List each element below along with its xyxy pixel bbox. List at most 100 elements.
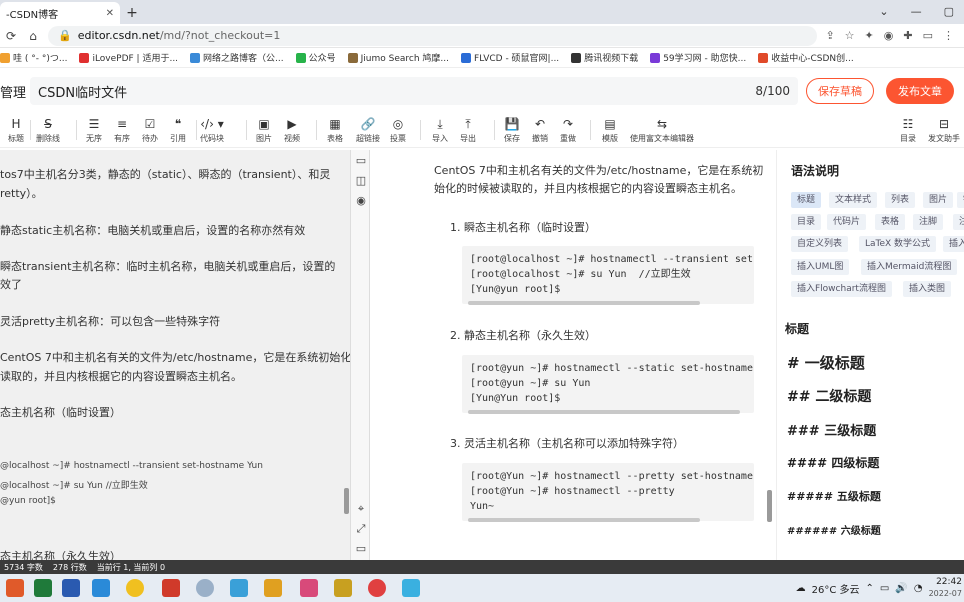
split-view-icon[interactable]: ◫ xyxy=(354,174,368,188)
toolbar-label: 图片 xyxy=(256,133,272,143)
excel-icon[interactable] xyxy=(34,579,52,597)
wifi-icon[interactable]: ◔ xyxy=(914,583,923,594)
toolbar-vote-button[interactable]: ◎ 投票 xyxy=(384,113,412,147)
app-icon[interactable] xyxy=(6,579,24,597)
url-input[interactable]: 🔒 editor.csdn.net/md/?not_checkout=1 xyxy=(48,25,818,46)
code-scrollbar[interactable] xyxy=(468,518,700,522)
syntax-chip[interactable]: 表格 xyxy=(875,214,906,230)
toolbar-import-button[interactable]: ⤓ 导入 xyxy=(426,113,454,147)
puzzle-icon[interactable]: ✚ xyxy=(903,29,912,42)
reload-icon[interactable]: ⟳ xyxy=(4,29,18,43)
syntax-chip[interactable]: 代码片 xyxy=(827,214,867,230)
volume-icon[interactable]: 🔊 xyxy=(895,583,907,594)
toolbar-toc-button[interactable]: ☷ 目录 xyxy=(894,113,922,147)
toolbar-code-block-button[interactable]: ‹/› ▾ 代码块 xyxy=(198,113,226,147)
toolbar-redo-button[interactable]: ↷ 重做 xyxy=(554,113,582,147)
code-scrollbar[interactable] xyxy=(468,410,740,414)
syntax-chip[interactable]: 文本样式 xyxy=(829,192,878,208)
toolbar-undo-button[interactable]: ↶ 撤销 xyxy=(526,113,554,147)
app-icon[interactable] xyxy=(402,579,420,597)
editor-scrollbar[interactable] xyxy=(344,488,349,514)
toolbar-rich-text-button[interactable]: ⇆ 使用富文本编辑器 xyxy=(627,113,697,147)
article-title-input[interactable]: CSDN临时文件 8/100 xyxy=(30,77,798,105)
syntax-chip[interactable]: 目录 xyxy=(791,214,822,230)
syntax-chip[interactable]: 插入Flowchart流程图 xyxy=(791,281,892,297)
bookmark-label: Jiumo Search 鸠摩... xyxy=(360,54,450,64)
app-icon[interactable] xyxy=(334,579,352,597)
bookmark-item[interactable]: 腾讯视频下载 xyxy=(571,51,638,64)
layout-icon[interactable]: ▭ xyxy=(354,154,368,168)
folder-icon[interactable] xyxy=(264,579,282,597)
maximize-icon[interactable]: ▢ xyxy=(944,5,954,18)
toolbar-assistant-button[interactable]: ⊟ 发文助手 xyxy=(928,113,960,147)
monitor-icon[interactable]: ▭ xyxy=(354,542,368,556)
save-draft-button[interactable]: 保存草稿 xyxy=(806,78,874,104)
bookmark-item[interactable]: 59学习网 - 助您快... xyxy=(650,51,746,64)
toolbar-quote-button[interactable]: ❝ 引用 xyxy=(164,113,192,147)
browser-tab[interactable]: -CSDN博客 ✕ xyxy=(0,2,120,24)
toolbar-template-button[interactable]: ▤ 模版 xyxy=(596,113,624,147)
minimize-icon[interactable]: — xyxy=(911,5,922,18)
syntax-chip[interactable]: 插入 xyxy=(943,236,964,252)
bookmark-item[interactable]: 公众号 xyxy=(295,51,336,64)
eye-icon[interactable]: ◉ xyxy=(354,194,368,208)
app-icon[interactable] xyxy=(368,579,386,597)
toolbar-export-button[interactable]: ⤒ 导出 xyxy=(454,113,482,147)
weather-text[interactable]: 26°C 多云 xyxy=(812,581,860,596)
toolbar-unordered-list-button[interactable]: ☰ 无序 xyxy=(80,113,108,147)
manage-link[interactable]: 管理 xyxy=(0,82,30,101)
syntax-chip[interactable]: 插入Mermaid流程图 xyxy=(861,259,958,275)
markdown-editor[interactable]: tos7中主机名分3类，静态的（static）、瞬态的（transient）、和… xyxy=(0,150,350,560)
syntax-chip[interactable]: 图片 xyxy=(923,192,954,208)
syntax-chip[interactable]: 插入UML图 xyxy=(791,259,850,275)
word-icon[interactable] xyxy=(62,579,80,597)
toolbar-table-button[interactable]: ▦ 表格 xyxy=(321,113,349,147)
bookmark-item[interactable]: 哇 ( °- °)つ... xyxy=(0,51,67,64)
toolbar-todo-button[interactable]: ☑ 待办 xyxy=(136,113,164,147)
syntax-chip[interactable]: LaTeX 数学公式 xyxy=(859,236,937,252)
locate-icon[interactable]: ⌖ xyxy=(354,502,368,516)
app-icon[interactable] xyxy=(300,579,318,597)
syntax-chip[interactable]: 标题 xyxy=(791,192,822,208)
bookmark-item[interactable]: Jiumo Search 鸠摩... xyxy=(347,51,450,64)
syntax-chip[interactable]: 自定义列表 xyxy=(791,236,849,252)
toolbar-link-button[interactable]: 🔗 超链接 xyxy=(354,113,382,147)
toolbar-ordered-list-button[interactable]: ≡ 有序 xyxy=(108,113,136,147)
profile-icon[interactable]: ◉ xyxy=(884,29,894,42)
new-tab-button[interactable]: + xyxy=(120,2,144,24)
preview-scrollbar[interactable] xyxy=(767,490,772,522)
syntax-chip[interactable]: 注 xyxy=(953,214,964,230)
toolbar-save-button[interactable]: 💾 保存 xyxy=(498,113,526,147)
tray-icon[interactable]: ⌃ xyxy=(866,583,874,594)
app-icon[interactable] xyxy=(92,579,110,597)
clock[interactable]: 22:42 2022-07 xyxy=(929,577,962,599)
window-icon[interactable]: ▭ xyxy=(923,29,933,42)
share-icon[interactable]: ⇪ xyxy=(825,29,834,42)
menu-icon[interactable]: ⋮ xyxy=(943,29,954,42)
app-icon[interactable] xyxy=(162,579,180,597)
toolbar-heading-button[interactable]: H 标题 xyxy=(2,113,30,147)
code-scrollbar[interactable] xyxy=(468,301,700,305)
battery-icon[interactable]: ▭ xyxy=(880,583,889,594)
app-icon[interactable] xyxy=(230,579,248,597)
toolbar-image-button[interactable]: ▣ 图片 xyxy=(250,113,278,147)
chevron-down-icon[interactable]: ⌄ xyxy=(879,5,888,18)
bookmark-item[interactable]: FLVCD - 硕鼠官网|... xyxy=(461,51,559,64)
bookmark-item[interactable]: 网络之路博客（公... xyxy=(190,51,284,64)
star-icon[interactable]: ☆ xyxy=(845,29,855,42)
app-icon[interactable] xyxy=(196,579,214,597)
syntax-chip[interactable]: 插入类图 xyxy=(903,281,952,297)
home-icon[interactable]: ⌂ xyxy=(26,29,40,43)
bookmark-item[interactable]: 收益中心-CSDN创... xyxy=(758,51,854,64)
close-icon[interactable]: ✕ xyxy=(106,8,114,19)
toolbar-video-button[interactable]: ▶ 视频 xyxy=(278,113,306,147)
chrome-icon[interactable] xyxy=(126,579,144,597)
publish-button[interactable]: 发布文章 xyxy=(886,78,954,104)
fullscreen-icon[interactable]: ⤢ xyxy=(354,522,368,536)
extension-icon[interactable]: ✦ xyxy=(865,29,874,42)
bookmark-item[interactable]: iLovePDF | 适用于... xyxy=(79,51,178,64)
syntax-chip[interactable]: 列表 xyxy=(885,192,916,208)
syntax-chip[interactable]: 注脚 xyxy=(913,214,944,230)
syntax-chip[interactable]: 链 xyxy=(957,192,964,208)
toolbar-strikethrough-button[interactable]: S̶ 删除线 xyxy=(34,113,62,147)
